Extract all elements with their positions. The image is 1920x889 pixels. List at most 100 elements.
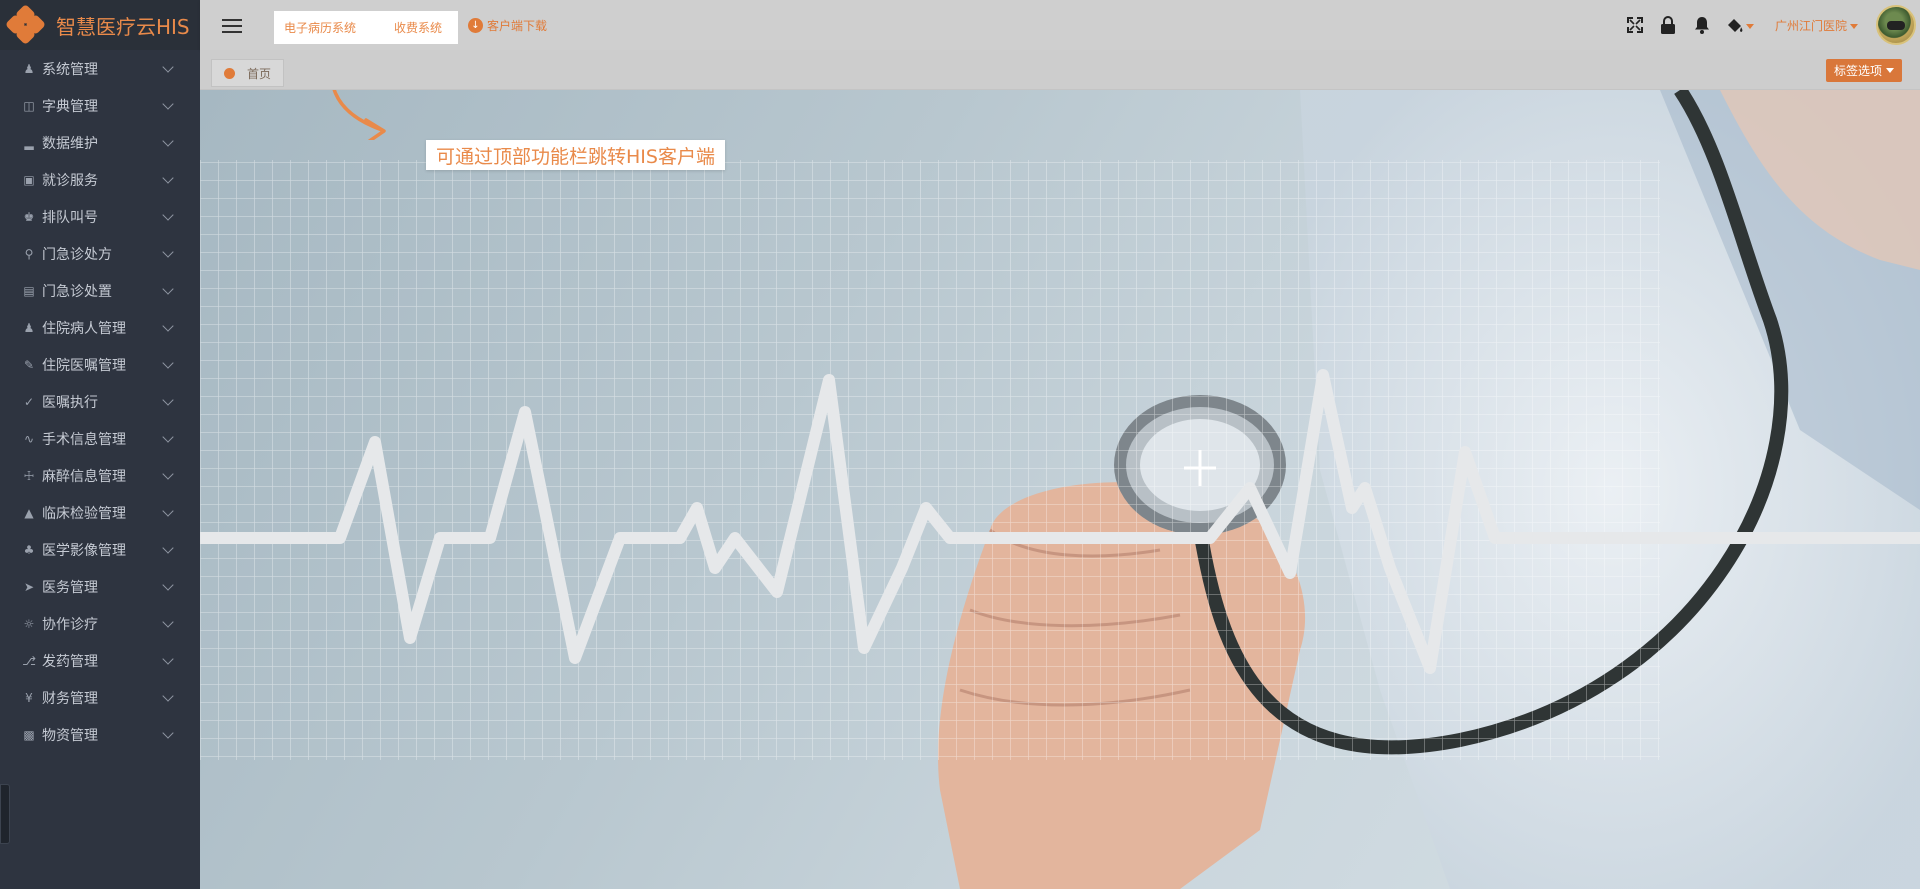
sidebar-item-inpatient[interactable]: ♟ 住院病人管理 — [0, 309, 200, 346]
hospital-name: 广州江门医院 — [1774, 19, 1847, 33]
billing-system-link[interactable]: 收费系统 — [394, 19, 442, 36]
sidebar-item-label: 发药管理 — [42, 653, 98, 670]
send-icon: ➤ — [23, 579, 35, 594]
sidebar-item-collaboration[interactable]: ☼ 协作诊疗 — [0, 605, 200, 642]
theme-paint-icon[interactable] — [1726, 18, 1754, 34]
chevron-down-icon — [162, 726, 174, 739]
logo-icon — [4, 3, 47, 46]
sidebar-item-imaging[interactable]: ♣ 医学影像管理 — [0, 531, 200, 568]
sidebar-item-label: 财务管理 — [42, 690, 98, 707]
chevron-down-icon — [162, 467, 174, 480]
sidebar-item-lab[interactable]: ▲ 临床检验管理 — [0, 494, 200, 531]
sidebar: 智慧医疗云HIS ♟ 系统管理 ◫ 字典管理 ▂ 数据维护 ▣ 就诊服务 ♚ 排队叫号 ⚲… — [0, 0, 200, 889]
sidebar-item-data[interactable]: ▂ 数据维护 — [0, 124, 200, 161]
sidebar-item-disposal[interactable]: ▤ 门急诊处置 — [0, 272, 200, 309]
sidebar-item-label: 住院医嘱管理 — [42, 357, 126, 374]
sidebar-item-label: 排队叫号 — [42, 209, 98, 226]
sidebar-item-label: 门急诊处方 — [42, 246, 112, 263]
yen-icon: ¥ — [25, 690, 33, 705]
sidebar-item-label: 数据维护 — [42, 135, 98, 152]
sidebar-item-execution[interactable]: ✓ 医嘱执行 — [0, 383, 200, 420]
sidebar-item-dictionary[interactable]: ◫ 字典管理 — [0, 87, 200, 124]
check-icon: ✓ — [23, 394, 35, 409]
sidebar-item-system[interactable]: ♟ 系统管理 — [0, 50, 200, 87]
sidebar-item-prescription[interactable]: ⚲ 门急诊处方 — [0, 235, 200, 272]
flow-icon: ⎇ — [22, 653, 36, 668]
chevron-down-icon — [162, 615, 174, 628]
hint-arrow-icon — [332, 90, 386, 140]
chevron-down-icon — [162, 282, 174, 295]
chevron-down-icon — [162, 652, 174, 665]
chevron-down-icon — [162, 208, 174, 221]
chevron-down-icon — [162, 541, 174, 554]
bar-chart-icon: ▂ — [24, 135, 34, 150]
clipboard-icon: ▤ — [23, 283, 35, 298]
sidebar-item-visit[interactable]: ▣ 就诊服务 — [0, 161, 200, 198]
sidebar-resize-handle[interactable] — [0, 784, 10, 844]
app-title: 智慧医疗云HIS — [56, 14, 190, 39]
sidebar-item-orders[interactable]: ✎ 住院医嘱管理 — [0, 346, 200, 383]
main-content: 可通过顶部功能栏跳转HIS客户端 — [200, 90, 1920, 889]
chevron-down-icon — [162, 134, 174, 147]
download-icon: ↓ — [468, 18, 483, 33]
fullscreen-icon[interactable] — [1627, 17, 1643, 33]
book-icon: ◫ — [23, 98, 35, 113]
sidebar-item-label: 麻醉信息管理 — [42, 468, 126, 485]
menu-toggle-icon[interactable] — [222, 19, 242, 33]
person-icon: ☩ — [23, 468, 35, 483]
sidebar-item-label: 就诊服务 — [42, 172, 98, 189]
chevron-down-icon — [162, 504, 174, 517]
active-dot-icon — [224, 67, 235, 79]
sidebar-item-dispensing[interactable]: ⎇ 发药管理 — [0, 642, 200, 679]
sidebar-item-supplies[interactable]: ▩ 物资管理 — [0, 716, 200, 753]
lock-icon[interactable] — [1660, 16, 1676, 34]
chevron-down-icon — [162, 60, 174, 73]
fork-icon: ⚲ — [24, 246, 34, 261]
avatar[interactable] — [1876, 5, 1916, 45]
molecule-icon: ♣ — [23, 542, 35, 557]
sidebar-item-label: 手术信息管理 — [42, 431, 126, 448]
tab-home[interactable]: 首页 — [211, 59, 285, 87]
caret-down-icon — [1886, 68, 1894, 73]
hospital-selector[interactable]: 广州江门医院 — [1775, 17, 1858, 34]
sidebar-item-label: 字典管理 — [42, 98, 98, 115]
bell-icon[interactable] — [1694, 16, 1710, 34]
sun-icon: ☼ — [23, 616, 35, 631]
sidebar-item-surgery[interactable]: ∿ 手术信息管理 — [0, 420, 200, 457]
briefcase-icon: ▣ — [23, 172, 35, 187]
chevron-down-icon — [162, 578, 174, 591]
chevron-down-icon — [162, 171, 174, 184]
sidebar-item-anesthesia[interactable]: ☩ 麻醉信息管理 — [0, 457, 200, 494]
top-header: 电子病历系统 收费系统 ↓ 客户端下载 广州江门医院 — [200, 0, 1920, 50]
chevron-down-icon — [162, 689, 174, 702]
users-icon: ♟ — [23, 61, 35, 76]
sidebar-item-label: 门急诊处置 — [42, 283, 112, 300]
logo[interactable]: 智慧医疗云HIS — [0, 0, 200, 50]
emr-system-link[interactable]: 电子病历系统 — [284, 19, 356, 36]
sidebar-item-label: 医学影像管理 — [42, 542, 126, 559]
chevron-down-icon — [162, 356, 174, 369]
sidebar-item-label: 临床检验管理 — [42, 505, 126, 522]
client-download-link[interactable]: ↓ 客户端下载 — [468, 17, 547, 34]
caret-down-icon — [1850, 24, 1858, 29]
system-switcher: 电子病历系统 收费系统 — [274, 11, 458, 44]
sidebar-item-label: 协作诊疗 — [42, 616, 98, 633]
chevron-down-icon — [162, 393, 174, 406]
chevron-down-icon — [162, 430, 174, 443]
sidebar-item-label: 住院病人管理 — [42, 320, 126, 337]
sidebar-item-finance[interactable]: ¥ 财务管理 — [0, 679, 200, 716]
tag-options-button[interactable]: 标签选项 — [1825, 59, 1902, 82]
tabs-bar: 首页 标签选项 — [200, 50, 1920, 90]
tab-home-label: 首页 — [247, 66, 272, 81]
sidebar-item-label: 系统管理 — [42, 61, 98, 78]
edit-icon: ✎ — [23, 357, 35, 372]
hero-background-illustration — [200, 90, 1920, 889]
sidebar-item-label: 医嘱执行 — [42, 394, 98, 411]
sidebar-item-medical-affairs[interactable]: ➤ 医务管理 — [0, 568, 200, 605]
sidebar-item-label: 医务管理 — [42, 579, 98, 596]
sidebar-item-queue[interactable]: ♚ 排队叫号 — [0, 198, 200, 235]
chevron-down-icon — [162, 245, 174, 258]
sidebar-menu: ♟ 系统管理 ◫ 字典管理 ▂ 数据维护 ▣ 就诊服务 ♚ 排队叫号 ⚲ 门急诊处方 ▤ 门急… — [0, 50, 200, 753]
tag-options-label: 标签选项 — [1833, 64, 1882, 78]
sidebar-item-label: 物资管理 — [42, 727, 98, 744]
